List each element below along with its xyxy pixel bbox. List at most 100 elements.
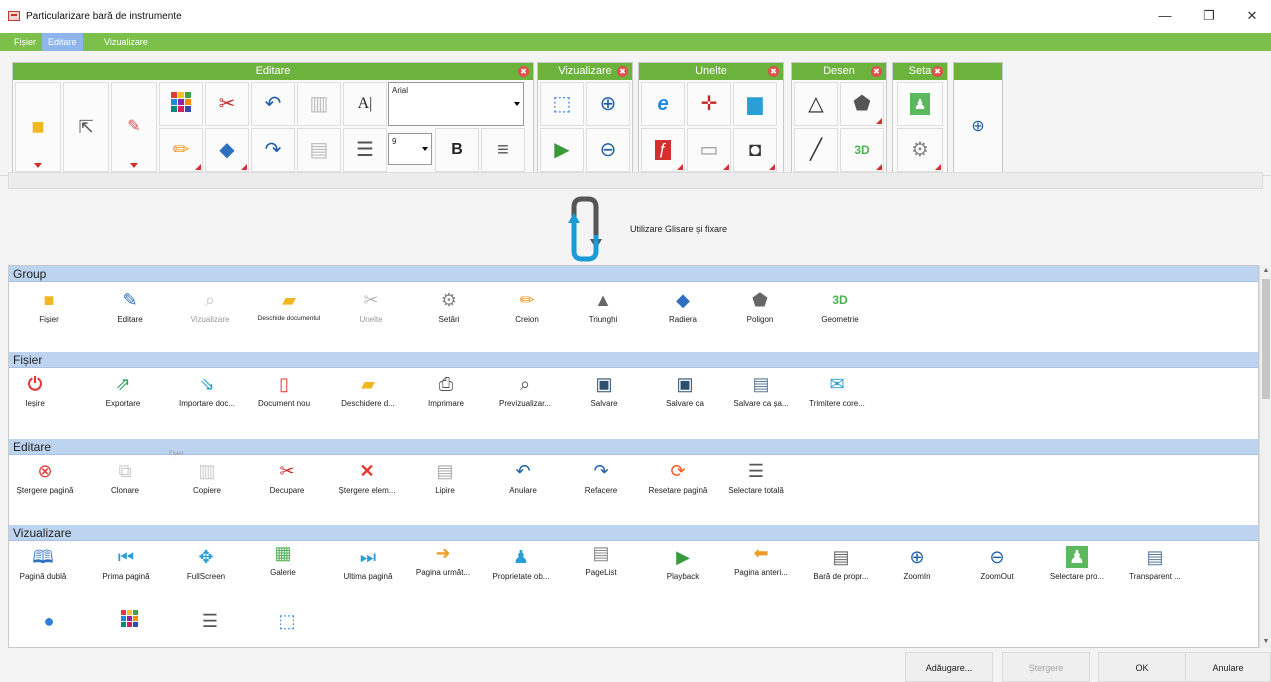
list-item[interactable]: ▤ Lipire [407,460,483,495]
list-item[interactable]: ■ Fișier [11,289,87,324]
ribbon-paste-button[interactable]: ▤ [297,128,341,172]
list-item[interactable]: ↶ Anulare [485,460,561,495]
list-item[interactable]: ▲ Triunghi [565,289,641,324]
ribbon-group-desen[interactable]: Desen ✖ △ ⬟ ╱ 3D [791,62,887,173]
add-button[interactable]: Adăugare... [905,652,993,682]
list-item[interactable]: ✂ Decupare [249,460,325,495]
list-item[interactable]: ⊕ ZoomIn [879,546,955,581]
list-item[interactable]: ▤ Transparent ... [1117,546,1193,581]
list-item[interactable] [92,610,168,632]
list-item[interactable]: ▣ Salvare [566,373,642,408]
ribbon-user-button[interactable]: ♟ [897,82,943,126]
ribbon-image-button[interactable]: ▆ [733,82,777,126]
scroll-down-icon[interactable]: ▼ [1262,638,1270,646]
list-item[interactable]: ➜ Pagina următ... [405,542,481,577]
list-item[interactable]: ☰ [172,610,248,632]
ok-button[interactable]: OK [1098,652,1186,682]
list-item[interactable]: ✂ Unelte [333,289,409,324]
font-size-select[interactable]: 9 [388,133,432,165]
list-item[interactable]: ⎙ Imprimare [408,373,484,408]
list-item[interactable]: ⊗ Ștergere pagină [9,460,83,495]
ribbon-group-unelte[interactable]: Unelte ✖ e ✛ ▆ ƒ ▭ ◘ [638,62,784,173]
list-item[interactable]: ▰ Deschide documentul [247,289,331,322]
group-close-icon[interactable]: ✖ [617,66,628,77]
font-name-select[interactable]: Arial [388,82,524,126]
list-item[interactable]: ▯ Document nou [246,373,322,408]
list-item[interactable]: ✉ Trimitere core... [799,373,875,408]
ribbon-group-seta[interactable]: Seta ✖ ♟ ⚙ [892,62,948,173]
ribbon-camera-button[interactable]: ◘ [733,128,777,172]
ribbon-flash-button[interactable]: ƒ [641,128,685,172]
cancel-button[interactable]: Anulare [1185,652,1271,682]
list-item[interactable]: ⟳ Resetare pagină [640,460,716,495]
ribbon-scanner-button[interactable]: ▭ [687,128,731,172]
list-item[interactable]: ▤ Bară de propr... [803,546,879,581]
list-item[interactable]: ☰ Selectare totală [714,460,798,495]
ribbon-align-button[interactable]: ≡ [481,128,525,172]
list-item[interactable]: ⬅ Pagina anteri... [723,542,799,577]
close-window-button[interactable]: ✕ [1238,6,1266,26]
scroll-up-icon[interactable]: ▲ [1262,267,1270,275]
list-item[interactable]: ⇘ Importare doc... [169,373,245,408]
ribbon-triangle-button[interactable]: △ [794,82,838,126]
group-close-icon[interactable]: ✖ [932,66,943,77]
ribbon-pencil-button[interactable]: ✏ [159,128,203,172]
list-item[interactable]: ⬚ [249,610,325,632]
ribbon-text-button[interactable]: A| [343,82,387,126]
menu-fisier[interactable]: Fișier [8,33,42,51]
list-item[interactable]: ♟ Proprietate ob... [483,546,559,581]
ribbon-bold-button[interactable]: B [435,128,479,172]
restore-button[interactable]: ❐ [1195,6,1223,26]
list-item[interactable]: ▶ Playback [645,546,721,581]
list-item[interactable]: ● [11,610,87,632]
list-item[interactable]: ⏭ Ultima pagină [330,546,406,581]
ribbon-colors-button[interactable] [159,82,203,126]
list-item[interactable]: ⬟ Poligon [722,289,798,324]
ribbon-playback-button[interactable]: ▶ [540,128,584,172]
list-item[interactable]: ▦ Galerie [245,542,321,577]
ribbon-select-all-button[interactable]: ☰ [343,128,387,172]
ribbon-select-button[interactable]: ⇱ [63,82,109,172]
ribbon-copy-button[interactable]: ▥ [297,82,341,126]
ribbon-zoom-in-button[interactable]: ⊕ [586,82,630,126]
ribbon-fit-button[interactable]: ⬚ [540,82,584,126]
list-item[interactable]: 🕮 Pagină dublă [9,546,81,581]
ribbon-group-editare[interactable]: Editare ✖ ■ ⇱ ✎ ✂ ↶ ▥ A| ✏ ◆ ↷ ▤ ☰ Arial … [12,62,534,173]
group-close-icon[interactable]: ✖ [518,66,529,77]
menu-editare[interactable]: Editare [42,33,83,51]
ribbon-browser-button[interactable]: e [641,82,685,126]
delete-button[interactable]: Ștergere [1002,652,1090,682]
list-item[interactable]: ✕ Ștergere elem... [329,460,405,495]
list-item[interactable]: ⚙ Setări [411,289,487,324]
list-item[interactable]: ▰ Deschidere d... [330,373,406,408]
list-item[interactable]: ▣ Salvare ca [647,373,723,408]
ribbon-eraser-button[interactable]: ◆ [205,128,249,172]
command-list[interactable]: Group ■ Fișier ✎ Editare ⌕ Vizualizare ▰ Des… [8,265,1259,648]
ribbon-line-button[interactable]: ╱ [794,128,838,172]
list-item[interactable]: ◆ Radiera [645,289,721,324]
ribbon-group-vizualizare[interactable]: Vizualizare ✖ ⬚ ⊕ ▶ ⊖ [537,62,633,173]
scroll-thumb[interactable] [1262,279,1270,399]
ribbon-settings-button[interactable]: ⚙ [897,128,943,172]
ribbon-polygon-button[interactable]: ⬟ [840,82,884,126]
list-item[interactable]: ♟ Selectare pro... [1039,546,1115,581]
ribbon-geometry-button[interactable]: 3D [840,128,884,172]
list-item[interactable]: ⧉ Clonare [87,460,163,495]
list-item[interactable]: ▤ Salvare ca șa... [723,373,799,408]
list-item[interactable]: ⏮ Prima pagină [88,546,164,581]
list-item[interactable]: ⊖ ZoomOut [959,546,1035,581]
ribbon-redo-button[interactable]: ↷ [251,128,295,172]
list-item[interactable]: ⏻ Ieșire [9,373,73,408]
list-item[interactable]: ▥ Copiere [169,460,245,495]
ribbon-cut-button[interactable]: ✂ [205,82,249,126]
list-item[interactable]: ⌕ Vizualizare [172,289,248,324]
list-scrollbar[interactable]: ▲ ▼ [1259,265,1271,648]
group-close-icon[interactable]: ✖ [768,66,779,77]
ribbon-undo-button[interactable]: ↶ [251,82,295,126]
add-group-button[interactable]: ⊕ [956,82,1000,172]
ribbon-spotlight-button[interactable]: ✛ [687,82,731,126]
ribbon-pen-button[interactable]: ✎ [111,82,157,172]
list-item[interactable]: ✏ Creion [489,289,565,324]
group-close-icon[interactable]: ✖ [871,66,882,77]
list-item[interactable]: ✎ Editare [92,289,168,324]
